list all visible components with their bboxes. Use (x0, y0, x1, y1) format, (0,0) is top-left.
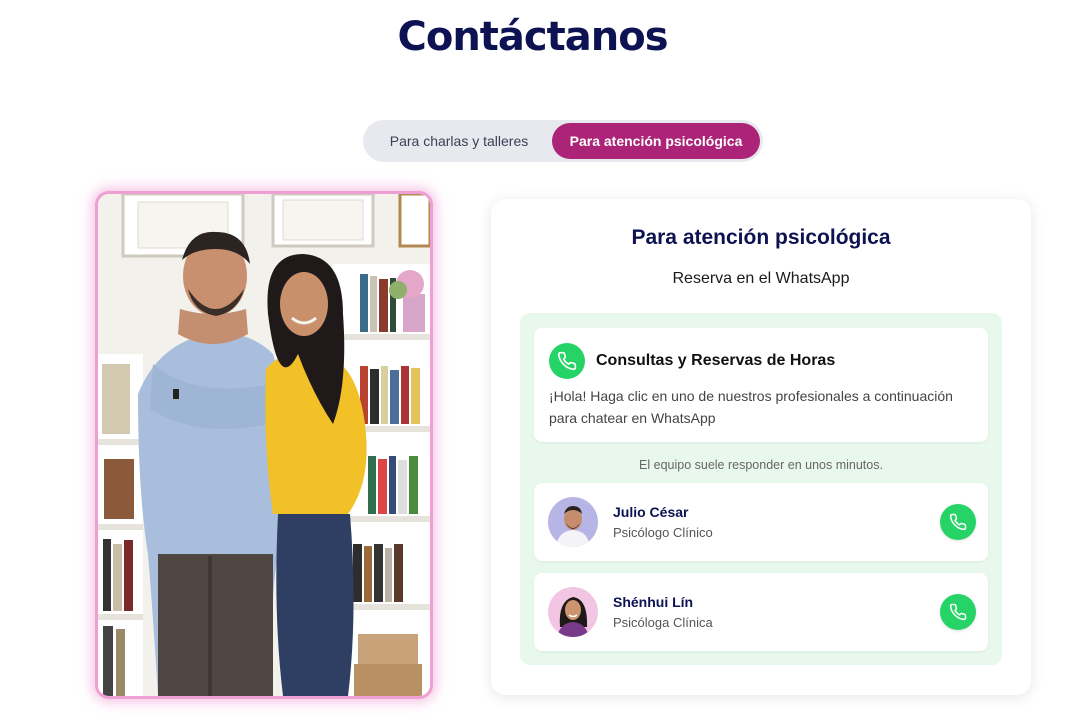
agent-julio-cesar[interactable]: Julio César Psicólogo Clínico (534, 483, 988, 561)
agent-name: Shénhui Lín (613, 594, 694, 610)
page-title: Contáctanos (397, 14, 668, 60)
whatsapp-message: ¡Hola! Haga clic en uno de nuestros prof… (549, 388, 953, 426)
tab-talks-workshops[interactable]: Para charlas y talleres (366, 123, 552, 159)
agent-name: Julio César (613, 504, 689, 520)
response-time-note: El equipo suele responder en unos minuto… (639, 458, 883, 472)
phone-icon (949, 513, 967, 531)
avatar (548, 587, 598, 637)
agent-role: Psicóloga Clínica (613, 615, 713, 630)
card-subtitle: Reserva en el WhatsApp (672, 270, 850, 287)
whatsapp-call-button[interactable] (940, 504, 976, 540)
contact-type-toggle: Para charlas y talleres Para atención ps… (363, 120, 763, 162)
whatsapp-call-button[interactable] (940, 594, 976, 630)
team-photo (95, 191, 433, 699)
whatsapp-heading: Consultas y Reservas de Horas (596, 352, 836, 369)
contact-card: Para atención psicológica Reserva en el … (491, 199, 1031, 695)
phone-icon (949, 603, 967, 621)
whatsapp-panel: Consultas y Reservas de Horas ¡Hola! Hag… (520, 313, 1002, 665)
agent-shenhui-lin[interactable]: Shénhui Lín Psicóloga Clínica (534, 573, 988, 651)
avatar (548, 497, 598, 547)
card-title: Para atención psicológica (631, 226, 891, 249)
phone-icon (549, 343, 585, 379)
agent-role: Psicólogo Clínico (613, 525, 713, 540)
whatsapp-header: Consultas y Reservas de Horas ¡Hola! Hag… (534, 328, 988, 442)
tab-psychological-care[interactable]: Para atención psicológica (552, 123, 760, 159)
